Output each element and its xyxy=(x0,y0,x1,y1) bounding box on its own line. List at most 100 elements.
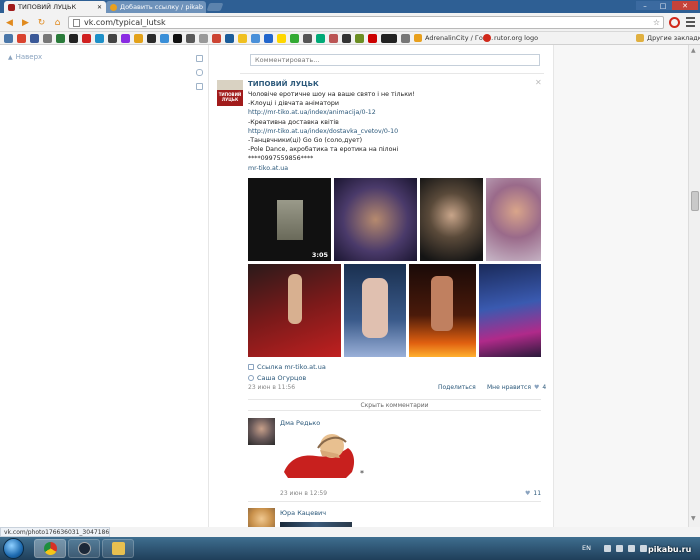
bookmark-icon[interactable] xyxy=(342,34,351,43)
bookmark-icon[interactable] xyxy=(251,34,260,43)
comment-avatar[interactable] xyxy=(248,508,275,527)
bookmark-icon[interactable] xyxy=(30,34,39,43)
photo[interactable] xyxy=(344,264,406,357)
bookmark-icon[interactable] xyxy=(17,34,26,43)
menu-icon[interactable] xyxy=(686,17,695,27)
bookmark-icon[interactable] xyxy=(238,34,247,43)
bookmark-icon[interactable] xyxy=(43,34,52,43)
bookmark-icon[interactable] xyxy=(134,34,143,43)
comment-like-button[interactable]: ♥ 11 xyxy=(525,490,541,497)
language-indicator[interactable]: EN xyxy=(582,544,591,552)
scroll-thumb[interactable] xyxy=(691,191,699,211)
taskbar-chrome[interactable] xyxy=(34,539,66,558)
bookmark-icon[interactable] xyxy=(329,34,338,43)
photo[interactable] xyxy=(334,178,417,261)
back-arrow-icon[interactable]: ◀ xyxy=(3,16,16,29)
post-line: Чоловіче еротичне шоу на ваше свято і не… xyxy=(248,91,415,98)
photo[interactable] xyxy=(248,264,341,357)
scroll-up-arrow-icon[interactable]: ▲ xyxy=(691,47,696,54)
bookmark-icon[interactable] xyxy=(108,34,117,43)
tray-icon[interactable] xyxy=(616,545,623,552)
bookmark-icon[interactable] xyxy=(303,34,312,43)
bookmark-icon[interactable] xyxy=(401,34,410,43)
bookmark-icon[interactable] xyxy=(264,34,273,43)
scroll-to-top-button[interactable]: ▲ Наверх xyxy=(8,53,42,61)
bookmark-icon[interactable] xyxy=(277,34,286,43)
close-window-button[interactable]: ✕ xyxy=(672,1,698,10)
taskbar-steam[interactable] xyxy=(68,539,100,558)
attachment-link-label: Ссылка mr-tiko.at.ua xyxy=(257,363,326,371)
bookmark-icon[interactable] xyxy=(381,34,397,43)
comment-avatar[interactable] xyxy=(248,418,275,445)
hide-comments-button[interactable]: Скрыть комментарии xyxy=(248,399,541,411)
photo[interactable] xyxy=(420,178,483,261)
close-tab-icon[interactable]: ✕ xyxy=(203,4,206,11)
new-tab-button[interactable] xyxy=(206,3,224,11)
bookmark-icon[interactable] xyxy=(95,34,104,43)
bookmark-icon[interactable] xyxy=(199,34,208,43)
comment-date[interactable]: 23 июн в 12:59 xyxy=(280,490,327,497)
bookmark-icon[interactable] xyxy=(56,34,65,43)
bookmark-icon[interactable] xyxy=(173,34,182,43)
mail-icon[interactable] xyxy=(196,55,203,62)
bookmark-icon[interactable] xyxy=(147,34,156,43)
like-button[interactable]: Мне нравится ♥ 4 xyxy=(487,384,546,391)
up-arrow-icon: ▲ xyxy=(8,53,13,61)
comment-input[interactable]: Комментировать... xyxy=(250,54,540,66)
bookmark-icon[interactable] xyxy=(121,34,130,43)
video-thumbnail[interactable]: 3:05 xyxy=(248,178,331,261)
start-button[interactable] xyxy=(3,538,24,559)
home-icon[interactable]: ⌂ xyxy=(51,16,64,29)
bookmark-icon[interactable] xyxy=(355,34,364,43)
minimize-button[interactable]: – xyxy=(636,1,654,10)
forward-arrow-icon[interactable]: ▶ xyxy=(19,16,32,29)
maximize-button[interactable]: □ xyxy=(654,1,672,10)
bookmark-icon[interactable] xyxy=(212,34,221,43)
tray-icon[interactable] xyxy=(604,545,611,552)
attachment-user[interactable]: Саша Огурцов xyxy=(248,374,306,382)
bookmark-adrenalin[interactable]: AdrenalinCity / Гол... xyxy=(414,34,493,42)
scroll-down-arrow-icon[interactable]: ▼ xyxy=(691,515,696,522)
close-icon[interactable]: ✕ xyxy=(535,78,542,87)
settings-icon[interactable] xyxy=(196,83,203,90)
reload-icon[interactable]: ↻ xyxy=(35,16,48,29)
bookmark-rutor[interactable]: rutor.org logo xyxy=(483,34,538,42)
bookmark-other[interactable]: Другие закладки xyxy=(636,34,700,42)
photo[interactable] xyxy=(479,264,541,357)
bookmark-star-icon[interactable]: ☆ xyxy=(653,18,660,27)
bookmark-icon[interactable] xyxy=(368,34,377,43)
chat-icon[interactable] xyxy=(196,69,203,76)
user-icon xyxy=(248,375,254,381)
photo[interactable] xyxy=(486,178,541,261)
attachment-link[interactable]: Ссылка mr-tiko.at.ua xyxy=(248,363,326,371)
wall-column: Комментировать... ✕ ТИПОВИЙ ЛУЦЬК ТИПОВИ… xyxy=(210,45,552,527)
post-link[interactable]: http://mr-tiko.at.ua/index/dostavka_cvet… xyxy=(248,127,538,136)
photo[interactable] xyxy=(409,264,476,357)
bookmark-icon[interactable] xyxy=(160,34,169,43)
bookmark-icon[interactable] xyxy=(316,34,325,43)
bookmark-icon[interactable] xyxy=(69,34,78,43)
post-link[interactable]: mr-tiko.at.ua xyxy=(248,164,538,173)
taskbar-explorer[interactable] xyxy=(102,539,134,558)
volume-icon[interactable] xyxy=(640,545,647,552)
tab-pikabu[interactable]: Добавить ссылку / pikab ✕ xyxy=(106,1,206,13)
group-avatar[interactable]: ТИПОВИЙ ЛУЦЬК xyxy=(217,80,243,106)
tab-typical-lutsk[interactable]: ТИПОВИЙ ЛУЦЬК ✕ xyxy=(4,1,106,13)
bookmark-icon[interactable] xyxy=(290,34,299,43)
post-link[interactable]: http://mr-tiko.at.ua/index/animacija/0-1… xyxy=(248,108,538,117)
bookmark-icon[interactable] xyxy=(225,34,234,43)
bookmark-icon[interactable] xyxy=(186,34,195,43)
extension-icon[interactable] xyxy=(669,17,680,28)
address-bar[interactable]: vk.com/typical_lutsk ☆ xyxy=(68,16,664,29)
comment-author[interactable]: Дма Редько xyxy=(280,419,320,427)
close-tab-icon[interactable]: ✕ xyxy=(94,4,102,11)
network-icon[interactable] xyxy=(628,545,635,552)
bookmark-vk-icon[interactable] xyxy=(4,34,13,43)
comment-photo[interactable] xyxy=(280,522,352,527)
share-button[interactable]: Поделиться xyxy=(438,384,476,391)
page-scrollbar[interactable]: ▲ ▼ xyxy=(688,45,700,527)
bookmark-icon[interactable] xyxy=(82,34,91,43)
comment-author[interactable]: Юра Кацевич xyxy=(280,509,326,517)
post-date[interactable]: 23 июн в 11:56 xyxy=(248,384,295,391)
post-author[interactable]: ТИПОВИЙ ЛУЦЬК xyxy=(248,80,319,88)
